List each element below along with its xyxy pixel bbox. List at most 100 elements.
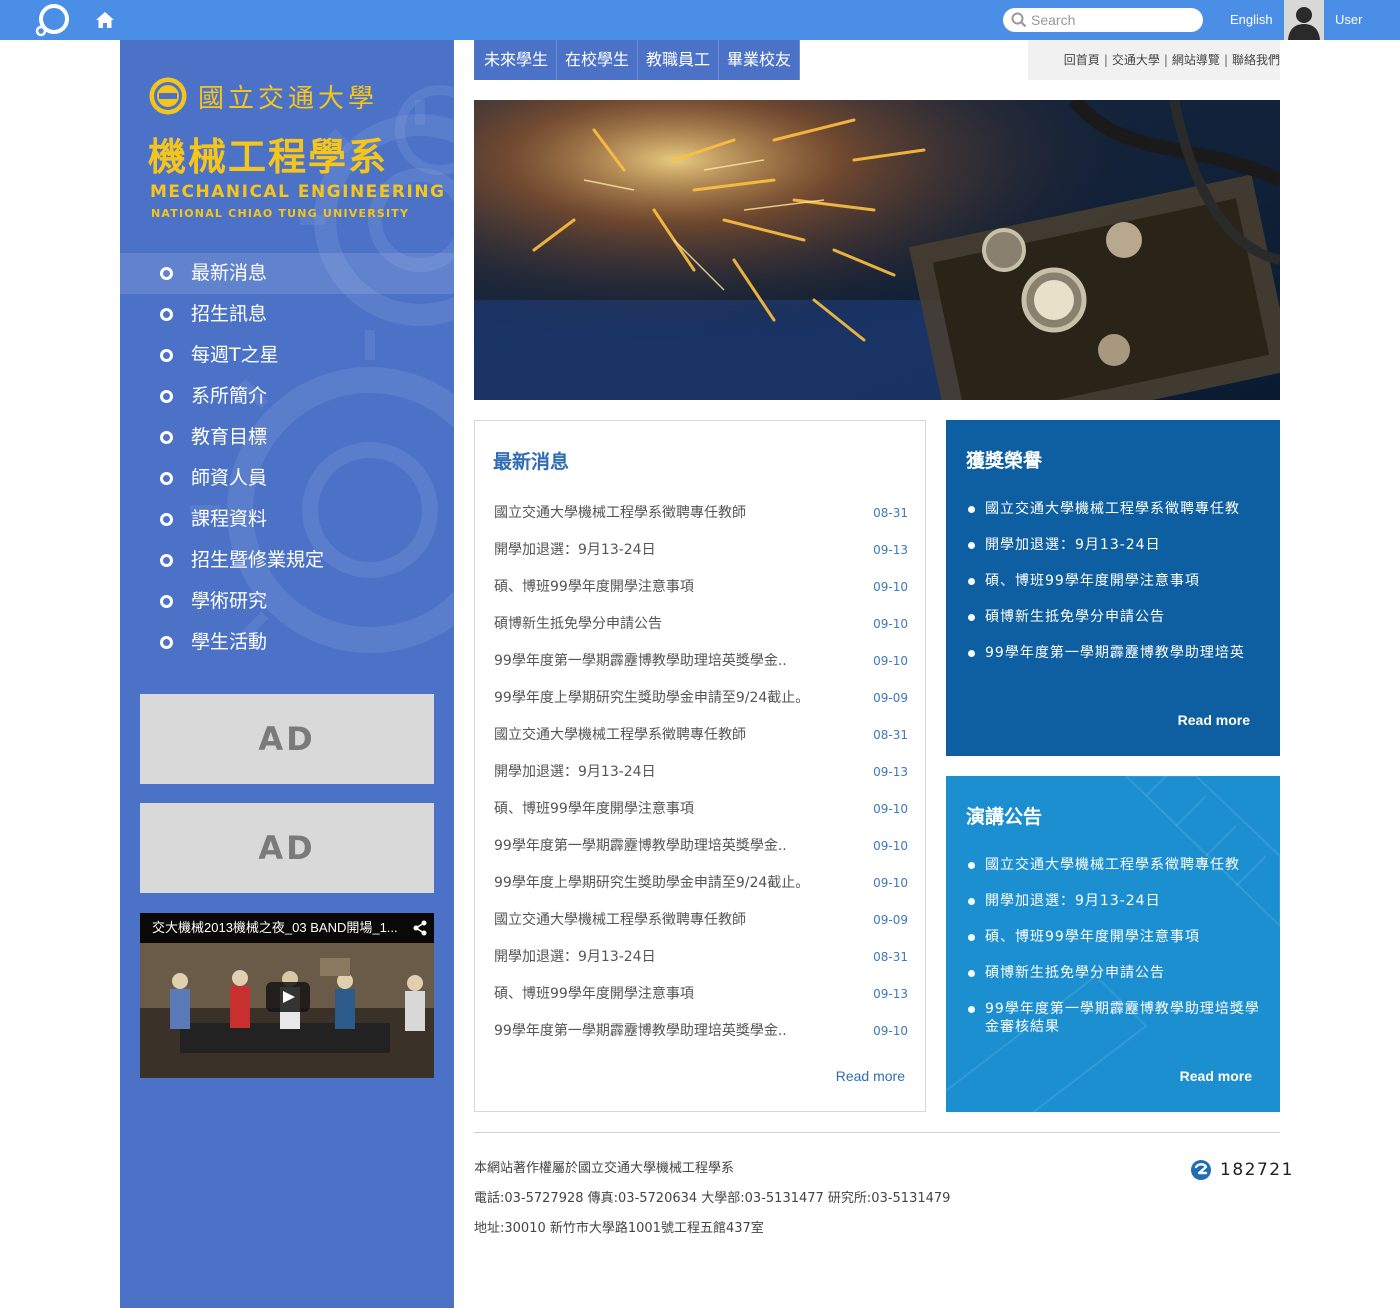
news-item-title: 碩、博班99學年度開學注意事項	[494, 986, 694, 1002]
department-name-en: MECHANICAL ENGINEERING	[150, 182, 446, 202]
awards-item[interactable]: 開學加退選：9月13-24日	[966, 536, 1266, 554]
sidebar-item-regulations[interactable]: 招生暨修業規定	[120, 540, 454, 581]
sidebar-item-courses[interactable]: 課程資料	[120, 499, 454, 540]
department-name-cn: 機械工程學系	[148, 135, 389, 179]
news-item-title: 碩、博班99學年度開學注意事項	[494, 801, 694, 817]
awards-item[interactable]: 碩、博班99學年度開學注意事項	[966, 572, 1266, 590]
sidebar-item-research[interactable]: 學術研究	[120, 581, 454, 622]
lectures-read-more-link[interactable]: Read more	[1180, 1068, 1252, 1084]
lectures-item-label: 碩博新生抵免學分申請公告	[985, 965, 1165, 981]
news-item[interactable]: 碩、博班99學年度開學注意事項 09-13	[494, 976, 908, 1013]
news-item[interactable]: 國立交通大學機械工程學系徵聘專任教師 09-09	[494, 902, 908, 939]
circle-bullet-icon	[160, 267, 173, 280]
news-item[interactable]: 國立交通大學機械工程學系徵聘專任教師 08-31	[494, 495, 908, 532]
video-title[interactable]: 交大機械2013機械之夜_03 BAND開場_1...	[140, 913, 434, 943]
video-player[interactable]: 交大機械2013機械之夜_03 BAND開場_1...	[140, 913, 434, 1078]
home-icon[interactable]	[95, 10, 115, 30]
circle-bullet-icon	[160, 636, 173, 649]
utility-link-sitemap[interactable]: 網站導覽	[1172, 53, 1220, 67]
search-input[interactable]	[1031, 10, 1196, 30]
share-icon[interactable]	[412, 920, 428, 936]
news-item-date: 09-10	[873, 580, 908, 594]
sidebar-item-faculty[interactable]: 師資人員	[120, 458, 454, 499]
sidebar-item-introduction[interactable]: 系所簡介	[120, 376, 454, 417]
news-item-title: 碩、博班99學年度開學注意事項	[494, 579, 694, 595]
news-read-more-link[interactable]: Read more	[836, 1068, 905, 1084]
news-item[interactable]: 99學年度第一學期霹靂博教學助理培英獎學金.. 09-10	[494, 643, 908, 680]
avatar-icon[interactable]	[1284, 0, 1324, 40]
lectures-item-label: 碩、博班99學年度開學注意事項	[985, 929, 1200, 945]
awards-item-label: 碩博新生抵免學分申請公告	[985, 609, 1165, 625]
sidebar-item-label: 師資人員	[191, 467, 268, 489]
play-icon[interactable]	[266, 982, 310, 1012]
sidebar-item-news[interactable]: 最新消息	[120, 253, 454, 294]
news-item[interactable]: 99學年度第一學期霹靂博教學助理培英獎學金.. 09-10	[494, 828, 908, 865]
university-name-cn: 國立交通大學	[198, 84, 379, 114]
news-title: 最新消息	[493, 451, 570, 473]
ad-banner[interactable]: AD	[140, 694, 434, 784]
ad-banner[interactable]: AD	[140, 803, 434, 893]
news-item[interactable]: 99學年度上學期研究生獎助學金申請至9/24截止。 09-10	[494, 865, 908, 902]
news-item[interactable]: 開學加退選：9月13-24日 09-13	[494, 754, 908, 791]
tab-faculty-staff[interactable]: 教職員工	[638, 40, 720, 80]
lectures-item[interactable]: 碩博新生抵免學分申請公告	[966, 964, 1266, 982]
sidebar-item-label: 教育目標	[191, 426, 268, 448]
news-item-date: 09-13	[873, 543, 908, 557]
utility-link-home[interactable]: 回首頁	[1064, 53, 1100, 67]
tab-alumni[interactable]: 畢業校友	[719, 40, 801, 80]
awards-item[interactable]: 國立交通大學機械工程學系徵聘專任教	[966, 500, 1266, 518]
sidebar-item-label: 學生活動	[191, 631, 268, 653]
lectures-list: 國立交通大學機械工程學系徵聘專任教 開學加退選：9月13-24日 碩、博班99學…	[966, 856, 1266, 1054]
utility-link-university[interactable]: 交通大學	[1112, 53, 1160, 67]
news-item[interactable]: 開學加退選：9月13-24日 08-31	[494, 939, 908, 976]
news-item-date: 09-10	[873, 876, 908, 890]
user-label[interactable]: User	[1335, 12, 1362, 27]
news-item-date: 09-10	[873, 654, 908, 668]
news-item[interactable]: 開學加退選：9月13-24日 09-13	[494, 532, 908, 569]
news-item-date: 09-13	[873, 765, 908, 779]
news-item-title: 99學年度第一學期霹靂博教學助理培英獎學金..	[494, 653, 787, 669]
awards-item[interactable]: 99學年度第一學期霹靂博教學助理培英	[966, 644, 1266, 662]
news-item-date: 08-31	[873, 950, 908, 964]
awards-item-label: 碩、博班99學年度開學注意事項	[985, 573, 1200, 589]
news-item[interactable]: 99學年度第一學期霹靂博教學助理培英獎學金.. 09-10	[494, 1013, 908, 1050]
latest-news-panel: 最新消息 國立交通大學機械工程學系徵聘專任教師 08-31 開學加退選：9月13-…	[474, 420, 926, 1112]
news-item-date: 09-09	[873, 691, 908, 705]
tab-future-students[interactable]: 未來學生	[474, 40, 558, 80]
sidebar-item-weekly-star[interactable]: 每週T之星	[120, 335, 454, 376]
news-item-title: 開學加退選：9月13-24日	[494, 542, 656, 558]
footer-contact: 電話:03-5727928 傳真:03-5720634 大學部:03-51314…	[474, 1191, 951, 1206]
language-link[interactable]: English	[1230, 12, 1273, 27]
tab-current-students[interactable]: 在校學生	[557, 40, 639, 80]
news-list: 國立交通大學機械工程學系徵聘專任教師 08-31 開學加退選：9月13-24日 09…	[494, 495, 908, 1050]
news-item[interactable]: 99學年度上學期研究生獎助學金申請至9/24截止。 09-09	[494, 680, 908, 717]
news-item[interactable]: 碩、博班99學年度開學注意事項 09-10	[494, 791, 908, 828]
lectures-item-label: 國立交通大學機械工程學系徵聘專任教	[985, 857, 1240, 873]
sidebar-item-label: 招生訊息	[191, 303, 268, 325]
lectures-item[interactable]: 99學年度第一學期霹靂博教學助理培獎學金審核結果	[966, 1000, 1266, 1036]
footer-address: 地址:30010 新竹市大學路1001號工程五館437室	[474, 1221, 764, 1236]
awards-item[interactable]: 碩博新生抵免學分申請公告	[966, 608, 1266, 626]
sidebar-item-label: 招生暨修業規定	[191, 549, 325, 571]
news-item[interactable]: 碩博新生抵免學分申請公告 09-10	[494, 606, 908, 643]
awards-read-more-link[interactable]: Read more	[1178, 712, 1250, 728]
sidebar-item-activities[interactable]: 學生活動	[120, 622, 454, 663]
circle-bullet-icon	[160, 472, 173, 485]
news-item-title: 99學年度上學期研究生獎助學金申請至9/24截止。	[494, 875, 810, 891]
news-item-date: 09-09	[873, 913, 908, 927]
lectures-item[interactable]: 國立交通大學機械工程學系徵聘專任教	[966, 856, 1266, 874]
lectures-item[interactable]: 開學加退選：9月13-24日	[966, 892, 1266, 910]
sidebar-item-objectives[interactable]: 教育目標	[120, 417, 454, 458]
news-item[interactable]: 國立交通大學機械工程學系徵聘專任教師 08-31	[494, 717, 908, 754]
circle-bullet-icon	[160, 554, 173, 567]
sidebar-item-admission[interactable]: 招生訊息	[120, 294, 454, 335]
news-item[interactable]: 碩、博班99學年度開學注意事項 09-10	[494, 569, 908, 606]
search-icon[interactable]	[1011, 12, 1027, 28]
circle-bullet-icon	[160, 349, 173, 362]
visitor-counter: 182721	[1190, 1158, 1294, 1182]
ring-logo-icon[interactable]	[34, 3, 72, 37]
news-item-date: 09-13	[873, 987, 908, 1001]
news-item-title: 99學年度第一學期霹靂博教學助理培英獎學金..	[494, 1023, 787, 1039]
utility-link-contact[interactable]: 聯絡我們	[1232, 53, 1280, 67]
lectures-item[interactable]: 碩、博班99學年度開學注意事項	[966, 928, 1266, 946]
